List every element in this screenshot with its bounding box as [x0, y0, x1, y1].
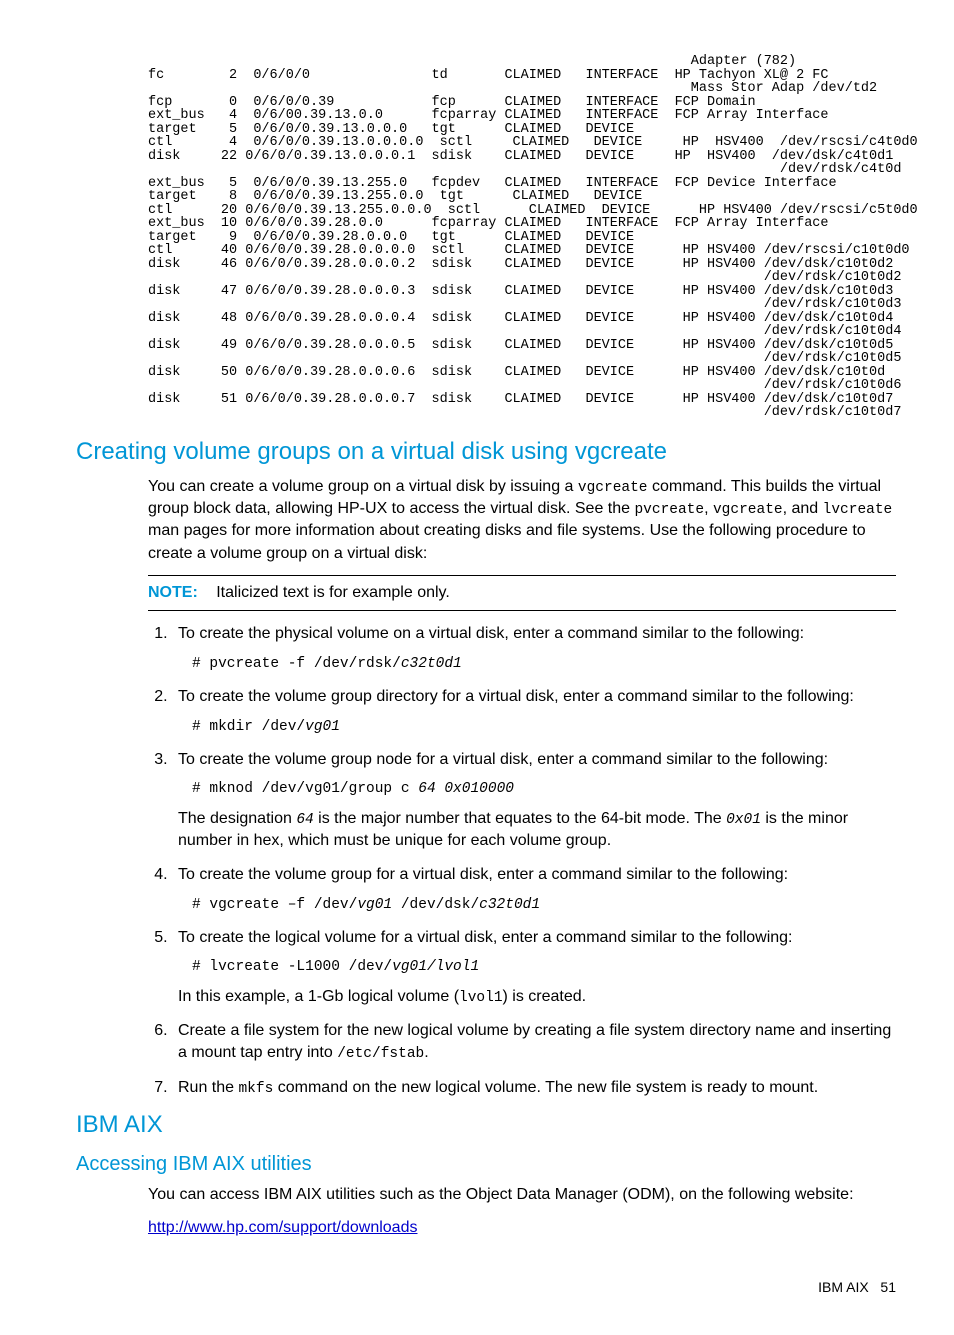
- note-text: Italicized text is for example only.: [216, 584, 450, 601]
- heading-vgcreate: Creating volume groups on a virtual disk…: [76, 438, 896, 466]
- intro-paragraph: You can create a volume group on a virtu…: [148, 476, 896, 566]
- step-7: Run the mkfs command on the new logical …: [172, 1077, 896, 1099]
- heading-access-utilities: Accessing IBM AIX utilities: [76, 1153, 896, 1176]
- terminal-output: Adapter (782) fc 2 0/6/0/0 td CLAIMED IN…: [148, 55, 896, 420]
- downloads-link[interactable]: http://www.hp.com/support/downloads: [148, 1219, 417, 1236]
- ibm-intro: You can access IBM AIX utilities such as…: [148, 1184, 896, 1206]
- step-5: To create the logical volume for a virtu…: [172, 927, 896, 1008]
- note-box: NOTE: Italicized text is for example onl…: [148, 575, 896, 611]
- steps-list: To create the physical volume on a virtu…: [148, 623, 896, 1099]
- step-6: Create a file system for the new logical…: [172, 1020, 896, 1065]
- heading-ibm-aix: IBM AIX: [76, 1111, 896, 1139]
- page-footer: IBM AIX 51: [76, 1279, 896, 1295]
- step-1: To create the physical volume on a virtu…: [172, 623, 896, 674]
- note-label: NOTE:: [148, 584, 212, 601]
- step-3: To create the volume group node for a vi…: [172, 749, 896, 852]
- step-2: To create the volume group directory for…: [172, 686, 896, 737]
- step-4: To create the volume group for a virtual…: [172, 864, 896, 915]
